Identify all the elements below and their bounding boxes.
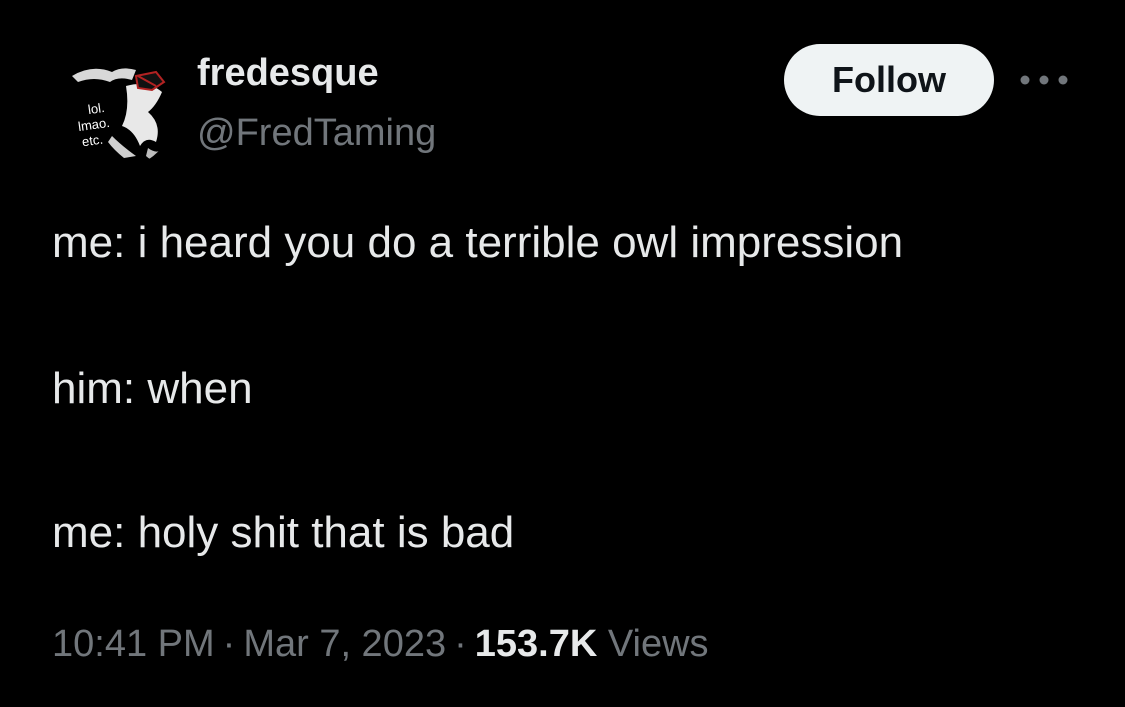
avatar-text-etc: etc. — [80, 131, 104, 150]
views-label: Views — [607, 623, 709, 665]
tweet: lol. lmao. etc. fredesque @FredTaming Fo… — [0, 0, 1125, 707]
tweet-meta: 10:41 PM · Mar 7, 2023 · 153.7K Views — [52, 616, 709, 672]
tweet-line: him: when — [52, 364, 253, 413]
views-count: 153.7K — [474, 623, 598, 665]
user-handle[interactable]: @FredTaming — [197, 110, 436, 156]
meta-separator: · — [454, 623, 467, 665]
tweet-date[interactable]: Mar 7, 2023 — [243, 623, 446, 665]
tweet-line: me: holy shit that is bad — [52, 508, 515, 557]
avatar-image — [52, 46, 176, 170]
more-horizontal-icon — [1020, 75, 1068, 85]
more-options-button[interactable] — [1016, 64, 1072, 96]
meta-separator: · — [222, 623, 236, 665]
tweet-line: me: i heard you do a terrible owl impres… — [52, 218, 904, 267]
tweet-time[interactable]: 10:41 PM — [52, 623, 215, 665]
avatar[interactable]: lol. lmao. etc. — [52, 46, 176, 170]
follow-button[interactable]: Follow — [784, 44, 994, 116]
display-name[interactable]: fredesque — [197, 50, 379, 96]
